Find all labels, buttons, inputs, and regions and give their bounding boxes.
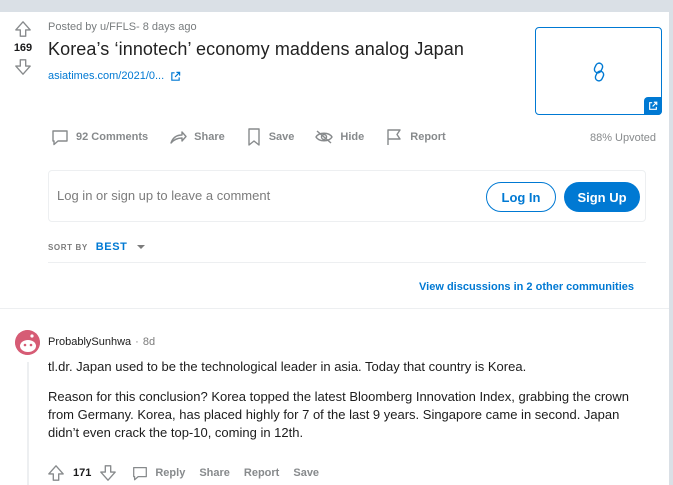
login-prompt-text: Log in or sign up to leave a comment — [57, 188, 271, 203]
upvote-button[interactable] — [10, 20, 36, 38]
comment-share-button[interactable]: Share — [199, 467, 230, 479]
chain-link-icon — [593, 62, 605, 82]
share-label: Share — [194, 131, 225, 143]
hide-label: Hide — [340, 131, 365, 143]
caret-down-icon — [136, 245, 145, 249]
sort-by-label: SORT BY — [48, 242, 88, 252]
post-card: 169 Posted by u/FFLS- 8 days ago Korea’s… — [0, 12, 669, 485]
post-title[interactable]: Korea’s ‘innotech’ economy maddens analo… — [48, 39, 464, 60]
sign-up-button[interactable]: Sign Up — [564, 182, 640, 212]
comment-body: tl.dr. Japan used to be the technologica… — [48, 358, 648, 454]
downvote-button[interactable] — [10, 58, 36, 76]
report-label: Report — [410, 131, 446, 143]
comment-separator: · — [135, 336, 139, 348]
comment-author[interactable]: ProbablySunhwa — [48, 336, 131, 348]
open-link-button[interactable] — [644, 97, 662, 115]
comment-time[interactable]: 8d — [143, 336, 155, 348]
report-button[interactable]: Report — [384, 127, 446, 147]
post-link-text[interactable]: asiatimes.com/2021/0... — [48, 70, 164, 82]
comments-label: 92 Comments — [76, 131, 149, 143]
log-in-button[interactable]: Log In — [486, 182, 556, 212]
comment-login-prompt: Log in or sign up to leave a comment Log… — [48, 170, 646, 222]
comment-paragraph: tl.dr. Japan used to be the technologica… — [48, 359, 527, 374]
save-button[interactable]: Save — [245, 127, 295, 147]
post-meta[interactable]: Posted by u/FFLS- 8 days ago — [48, 21, 197, 33]
comment-actions: 171 Reply Share Report Save — [47, 464, 319, 482]
comments-button[interactable]: 92 Comments — [50, 127, 148, 147]
sort-dropdown[interactable]: SORT BY BEST — [48, 241, 146, 253]
save-label: Save — [268, 131, 295, 143]
open-external-icon — [649, 101, 658, 110]
comment-paragraph: Reason for this conclusion? Korea topped… — [48, 389, 630, 440]
hide-button[interactable]: Hide — [314, 127, 364, 147]
view-discussions-link[interactable]: View discussions in 2 other communities — [419, 281, 634, 293]
downvote-icon — [15, 59, 31, 75]
hide-eye-icon — [315, 130, 334, 144]
comment-save-button[interactable]: Save — [293, 467, 319, 479]
snoo-avatar-icon — [15, 330, 40, 355]
reply-label: Reply — [155, 467, 186, 479]
share-button[interactable]: Share — [168, 127, 225, 147]
sort-value[interactable]: BEST — [96, 241, 128, 253]
comment-meta: ProbablySunhwa · 8d — [48, 336, 155, 348]
avatar[interactable] — [15, 330, 40, 355]
divider — [0, 308, 669, 309]
post-score: 169 — [13, 42, 33, 54]
bookmark-icon — [248, 128, 260, 146]
post-link[interactable]: asiatimes.com/2021/0... — [48, 70, 181, 82]
comment-score: 171 — [73, 467, 92, 479]
flag-icon — [387, 129, 401, 145]
link-thumbnail[interactable] — [535, 27, 662, 115]
reply-comment-icon — [133, 466, 148, 481]
share-icon — [170, 131, 187, 144]
comment-icon — [52, 130, 68, 146]
reply-button[interactable]: Reply — [131, 464, 185, 482]
divider — [48, 262, 646, 263]
upvote-icon — [15, 21, 31, 37]
upvote-ratio: 88% Upvoted — [589, 132, 656, 144]
comment-upvote-icon[interactable] — [47, 464, 65, 482]
post-actions: 92 Comments Share Save Hide Report — [50, 127, 446, 147]
external-link-icon — [171, 71, 181, 81]
vote-column: 169 — [10, 20, 36, 76]
thread-line[interactable] — [27, 362, 29, 485]
comment-downvote-icon[interactable] — [99, 464, 117, 482]
comment-report-button[interactable]: Report — [244, 467, 279, 479]
